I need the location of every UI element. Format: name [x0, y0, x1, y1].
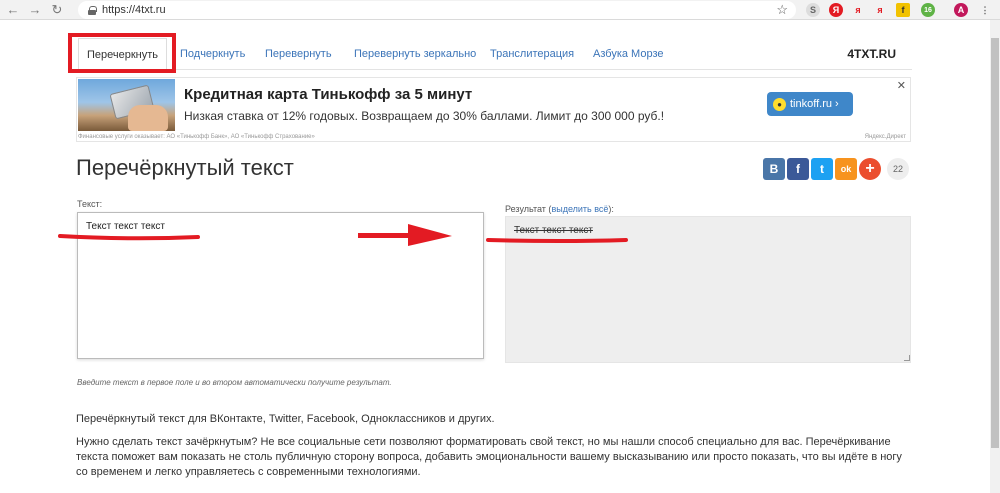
ad-provider[interactable]: Яндекс.Директ	[865, 134, 906, 140]
intro-paragraph: Перечёркнутый текст для ВКонтакте, Twitt…	[76, 413, 495, 425]
tab-flip[interactable]: Перевернуть	[265, 38, 332, 70]
site-nav: Перечеркнуть Подчеркнуть Перевернуть Пер…	[75, 38, 912, 70]
url-text: https://4txt.ru	[102, 4, 166, 16]
ad-footer: Финансовые услуги оказывает: АО «Тинькоф…	[78, 134, 315, 140]
tab-transliteration[interactable]: Транслитерация	[490, 38, 574, 70]
page-scrollbar[interactable]	[990, 20, 1000, 493]
menu-icon[interactable]: ⋮	[978, 3, 992, 17]
vk-share-button[interactable]: В	[763, 158, 785, 180]
result-output[interactable]: Текст текст текст	[505, 216, 911, 363]
share-count: 22	[887, 158, 909, 180]
forward-icon[interactable]: →	[26, 1, 44, 19]
ok-share-button[interactable]: ok	[835, 158, 857, 180]
reload-icon[interactable]: ↻	[48, 1, 66, 19]
hand-icon	[128, 105, 168, 131]
close-icon[interactable]: ✕	[897, 79, 906, 92]
page-title: Перечёркнутый текст	[76, 155, 294, 180]
yandex-search-icon[interactable]: я	[873, 3, 887, 17]
hint-text: Введите текст в первое поле и во втором …	[77, 378, 392, 387]
output-label-end: ):	[608, 204, 614, 214]
ad-text: Низкая ставка от 12% годовых. Возвращаем…	[184, 109, 665, 123]
extension-badge-icon[interactable]: 16	[921, 3, 935, 17]
ad-button-label: tinkoff.ru ›	[790, 98, 839, 110]
scrollbar-thumb[interactable]	[991, 38, 999, 448]
tinkoff-logo-icon: ●	[773, 97, 786, 111]
browser-toolbar: ← → ↻ https://4txt.ru ☆ S Я я я f 16 A ⋮	[0, 0, 1000, 20]
result-text: Текст текст текст	[514, 225, 593, 236]
skype-extension-icon[interactable]: S	[806, 3, 820, 17]
site-logo[interactable]: 4TXT.RU	[847, 38, 896, 70]
share-buttons: В f t ok + 22	[763, 158, 909, 180]
resize-handle-icon[interactable]	[904, 355, 910, 361]
input-label: Текст:	[77, 199, 103, 209]
yandex-extension-icon[interactable]: Я	[829, 3, 843, 17]
text-input[interactable]: Текст текст текст	[77, 212, 484, 359]
facebook-share-button[interactable]: f	[787, 158, 809, 180]
extension-badge-count: 16	[924, 6, 932, 14]
output-label: Результат (выделить всё):	[505, 204, 614, 214]
address-bar[interactable]: https://4txt.ru ☆	[78, 1, 796, 19]
ad-banner[interactable]: Кредитная карта Тинькофф за 5 минут Низк…	[76, 77, 911, 142]
profile-avatar[interactable]: A	[954, 3, 968, 17]
description-paragraph: Нужно сделать текст зачёркнутым? Не все …	[76, 436, 902, 478]
more-share-button[interactable]: +	[859, 158, 881, 180]
select-all-link[interactable]: выделить всё	[551, 204, 608, 214]
lock-icon	[88, 5, 97, 15]
twitter-share-button[interactable]: t	[811, 158, 833, 180]
bookmark-extension-icon[interactable]: f	[896, 3, 910, 17]
back-icon[interactable]: ←	[4, 1, 22, 19]
ad-title[interactable]: Кредитная карта Тинькофф за 5 минут	[184, 86, 472, 103]
bookmark-star-icon[interactable]: ☆	[776, 2, 788, 18]
ad-button[interactable]: ● tinkoff.ru ›	[767, 92, 853, 116]
profile-initial: A	[957, 5, 965, 15]
tab-underline[interactable]: Подчеркнуть	[180, 38, 245, 70]
yandex-browser-icon[interactable]: я	[851, 3, 865, 17]
tab-strikethrough[interactable]: Перечеркнуть	[78, 38, 168, 70]
output-label-text: Результат (	[505, 204, 552, 214]
tab-morse[interactable]: Азбука Морзе	[593, 38, 663, 70]
ad-image	[78, 79, 175, 131]
tab-mirror[interactable]: Перевернуть зеркально	[354, 38, 476, 70]
